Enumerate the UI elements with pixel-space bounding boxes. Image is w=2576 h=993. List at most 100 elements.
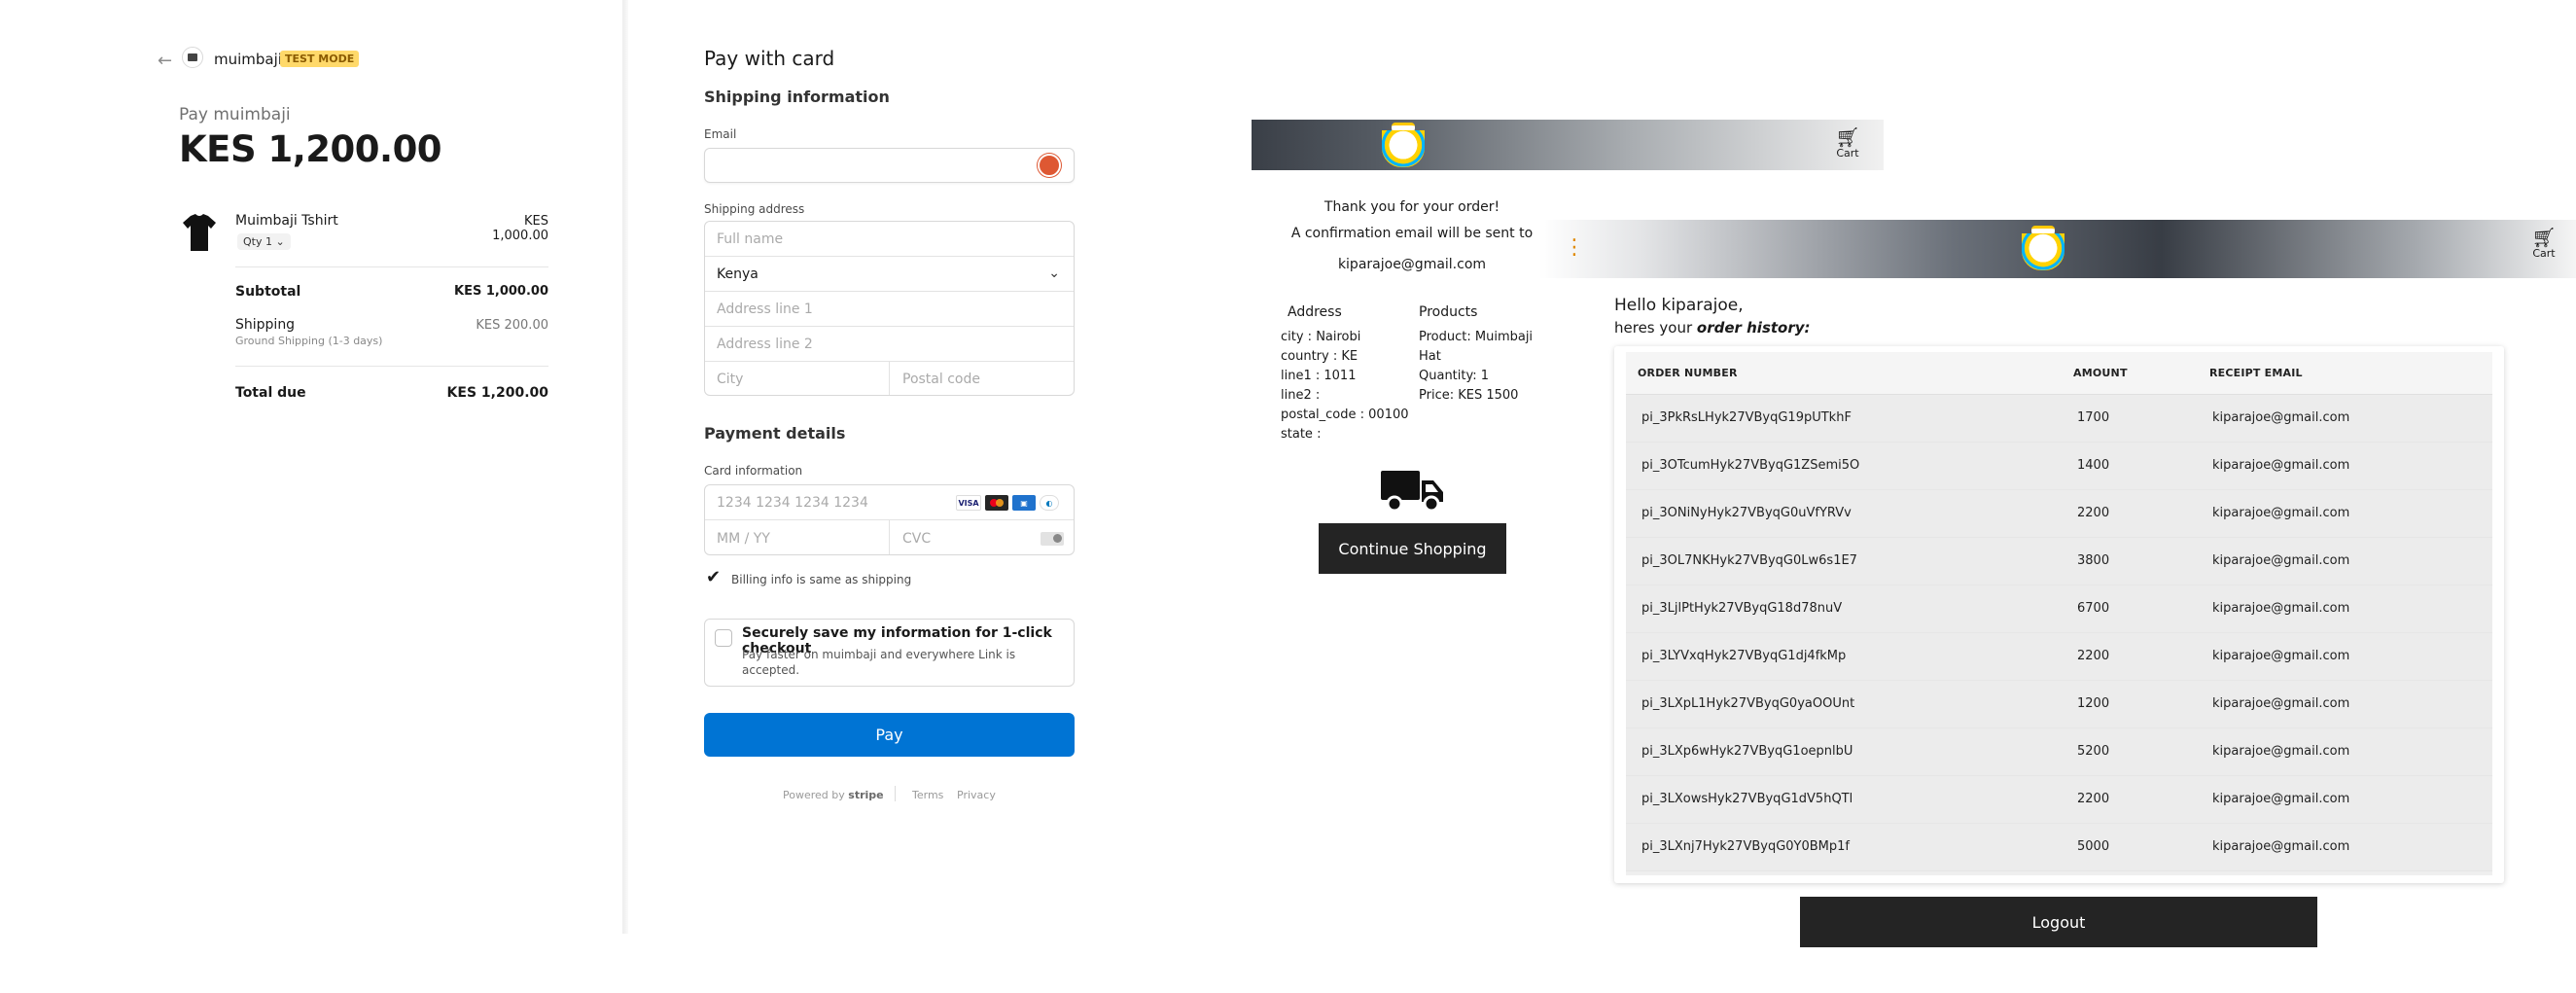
- cart-icon: 🛒︎: [1835, 125, 1860, 149]
- order-number-cell: pi_3ONiNyHyk27VByqG0uVfYRVv: [1641, 506, 1852, 520]
- receipt-email-cell: kiparajoe@gmail.com: [2212, 744, 2350, 759]
- pane-shadow: [622, 0, 628, 934]
- address-line: line1 : 1011: [1281, 369, 1357, 383]
- order-number-cell: pi_3PkRsLHyk27VByqG19pUTkhF: [1641, 410, 1852, 425]
- privacy-link[interactable]: Privacy: [957, 789, 996, 801]
- email-field[interactable]: [704, 148, 1075, 183]
- divider: [235, 366, 548, 367]
- pay-amount: KES 1,200.00: [179, 128, 442, 170]
- cvc-placeholder: CVC: [902, 530, 932, 547]
- table-header: ORDER NUMBER AMOUNT RECEIPT EMAIL: [1626, 352, 2492, 395]
- amount-cell: 6700: [2077, 601, 2110, 616]
- history-subtitle: heres your order history:: [1614, 319, 1811, 337]
- table-row: pi_3ONiNyHyk27VByqG0uVfYRVv 2200 kiparajoe…: [1626, 490, 2492, 538]
- product-line: Hat: [1419, 349, 1441, 364]
- table-row: pi_3LXowsHyk27VByqG1dV5hQTl 2200 kiparajoe…: [1626, 776, 2492, 824]
- address-line: line2 :: [1281, 388, 1321, 403]
- cart-label: Cart: [1836, 147, 1859, 160]
- duckduckgo-icon[interactable]: [1038, 154, 1061, 177]
- subtotal-value: KES 1,000.00: [454, 284, 548, 299]
- history-subtitle-prefix: heres your: [1614, 319, 1697, 337]
- card-info-label: Card information: [704, 464, 803, 478]
- shipping-info-heading: Shipping information: [704, 88, 890, 106]
- products-heading: Products: [1419, 304, 1478, 320]
- expiry-input[interactable]: MM / YY: [705, 520, 890, 554]
- cart-link[interactable]: 🛒︎ Cart: [1833, 127, 1862, 160]
- shop-logo[interactable]: [1378, 121, 1429, 169]
- table-row: pi_3OL7NKHyk27VByqG0Lw6s1E7 3800 kiparajoe…: [1626, 538, 2492, 585]
- shipping-address-group: Full name Kenya ⌄ Address line 1 Address…: [704, 221, 1075, 396]
- city-input[interactable]: City: [705, 362, 890, 395]
- receipt-email-cell: kiparajoe@gmail.com: [2212, 696, 2350, 711]
- country-value: Kenya: [717, 266, 759, 282]
- billing-same-label: Billing info is same as shipping: [731, 573, 912, 586]
- history-navbar: 🛒︎ Cart: [1539, 220, 2576, 278]
- order-number-cell: pi_3LXpL1Hyk27VByqG0yaOOUnt: [1641, 696, 1855, 711]
- order-number-cell: pi_3OL7NKHyk27VByqG0Lw6s1E7: [1641, 553, 1857, 568]
- order-number-cell: pi_3LXp6wHyk27VByqG1oepnlbU: [1641, 744, 1853, 759]
- receipt-email-cell: kiparajoe@gmail.com: [2212, 839, 2350, 854]
- diners-icon: ◐: [1040, 495, 1059, 511]
- product-name: Muimbaji Tshirt: [235, 213, 338, 229]
- shop-logo[interactable]: [2018, 224, 2068, 272]
- billing-same-checkbox[interactable]: ✔: [706, 569, 722, 586]
- order-number-cell: pi_3LXowsHyk27VByqG1dV5hQTl: [1641, 792, 1853, 806]
- terms-link[interactable]: Terms: [912, 789, 943, 801]
- greeting: Hello kiparajoe,: [1614, 296, 1744, 315]
- quantity-label: Qty 1: [243, 235, 272, 248]
- cart-icon: 🛒︎: [2531, 226, 2557, 249]
- address-line: country : KE: [1281, 349, 1359, 364]
- mastercard-icon: [985, 495, 1008, 511]
- save-info-checkbox[interactable]: [715, 629, 732, 647]
- amount-cell: 5000: [2077, 839, 2110, 854]
- amount-cell: 1200: [2077, 696, 2110, 711]
- shipping-label: Shipping: [235, 317, 296, 333]
- pay-button[interactable]: Pay: [704, 713, 1075, 757]
- total-due-value: KES 1,200.00: [446, 385, 548, 401]
- payment-details-heading: Payment details: [704, 424, 846, 443]
- email-label: Email: [704, 127, 737, 141]
- card-info-group: 1234 1234 1234 1234 VISA ▣ ◐ MM / YY CVC: [704, 484, 1075, 555]
- address-line2-input[interactable]: Address line 2: [705, 327, 1074, 362]
- order-number-cell: pi_3OTcumHyk27VByqG1ZSemi5O: [1641, 458, 1860, 473]
- address-line: city : Nairobi: [1281, 330, 1361, 344]
- cvc-input[interactable]: CVC: [891, 520, 1074, 554]
- stripe-wordmark: stripe: [848, 789, 884, 801]
- order-number-cell: pi_3LXnj7Hyk27VByqG0Y0BMp1f: [1641, 839, 1850, 854]
- merchant-name: muimbaji: [214, 51, 282, 68]
- powered-by-stripe[interactable]: Powered by stripe: [783, 789, 884, 801]
- receipt-email-cell: kiparajoe@gmail.com: [2212, 458, 2350, 473]
- full-name-input[interactable]: Full name: [705, 222, 1074, 257]
- kebab-menu-icon[interactable]: ⋮: [1564, 235, 1585, 260]
- table-row: pi_3LXp6wHyk27VByqG1oepnlbU 5200 kiparajoe…: [1626, 728, 2492, 776]
- product-list: Product: Muimbaji Hat Quantity: 1 Price:…: [1419, 328, 1533, 406]
- cvc-card-icon: [1041, 532, 1064, 546]
- table-row: pi_3LXnj7Hyk27VByqG0Y0BMp1f 5000 kiparajoe…: [1626, 824, 2492, 871]
- postal-code-input[interactable]: Postal code: [891, 362, 1074, 395]
- back-arrow-icon[interactable]: ←: [158, 51, 172, 71]
- visa-icon: VISA: [956, 495, 981, 511]
- column-header: ORDER NUMBER: [1638, 367, 1738, 379]
- address-line1-input[interactable]: Address line 1: [705, 292, 1074, 327]
- cart-link[interactable]: 🛒︎ Cart: [2527, 228, 2560, 260]
- country-select[interactable]: Kenya ⌄: [705, 257, 1074, 292]
- truck-icon: [1381, 471, 1443, 513]
- pay-with-card-title: Pay with card: [704, 47, 835, 70]
- chevron-down-icon: ⌄: [1048, 266, 1060, 281]
- receipt-email-cell: kiparajoe@gmail.com: [2212, 601, 2350, 616]
- chevron-down-icon: ⌄: [275, 235, 285, 248]
- confirmation-message: A confirmation email will be sent to: [1290, 226, 1534, 241]
- confirmation-email: kiparajoe@gmail.com: [1337, 257, 1487, 272]
- logout-button[interactable]: Logout: [1800, 897, 2317, 947]
- column-header: RECEIPT EMAIL: [2209, 367, 2303, 379]
- history-subtitle-emphasis: order history:: [1696, 319, 1811, 337]
- order-number-cell: pi_3LjlPtHyk27VByqG18d78nuV: [1641, 601, 1843, 616]
- order-history-table: ORDER NUMBER AMOUNT RECEIPT EMAIL pi_3Pk…: [1614, 346, 2504, 883]
- link-subtitle: Pay faster on muimbaji and everywhere Li…: [742, 648, 1016, 677]
- address-line: postal_code : 00100: [1281, 408, 1409, 422]
- receipt-email-cell: kiparajoe@gmail.com: [2212, 649, 2350, 663]
- amount-cell: 5200: [2077, 744, 2110, 759]
- amount-cell: 2200: [2077, 506, 2110, 520]
- quantity-selector[interactable]: Qty 1 ⌄: [237, 233, 291, 250]
- continue-shopping-button[interactable]: Continue Shopping: [1319, 523, 1506, 574]
